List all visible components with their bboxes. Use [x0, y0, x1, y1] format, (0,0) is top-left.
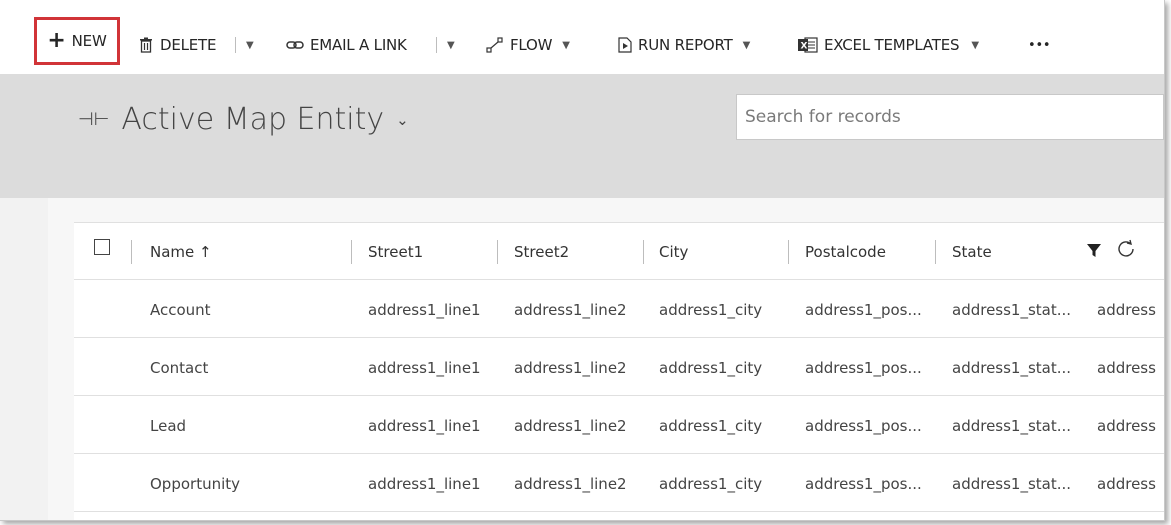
chevron-down-icon: ▼: [562, 39, 570, 51]
cell-street2: address1_line2: [514, 301, 627, 319]
trash-icon: [138, 37, 154, 53]
cell-extra: address: [1097, 301, 1156, 319]
divider: [351, 240, 352, 264]
records-grid: Name ↑ Street1 Street2 City Postalcode S…: [74, 222, 1164, 520]
excel-icon: X: [798, 37, 818, 53]
column-header-city[interactable]: City: [659, 243, 688, 261]
column-header-state[interactable]: State: [952, 243, 992, 261]
cell-city: address1_city: [659, 301, 763, 319]
more-button[interactable]: •••: [1028, 28, 1051, 62]
cell-state: address1_stat...: [952, 359, 1072, 377]
chevron-down-icon: ▼: [742, 39, 751, 51]
delete-dropdown[interactable]: ▼: [246, 28, 254, 62]
cell-postalcode: address1_pos...: [805, 301, 922, 319]
cell-postalcode: address1_pos...: [805, 417, 922, 435]
table-row[interactable]: Lead address1_line1 address1_line2 addre…: [74, 396, 1164, 454]
run-report-label: RUN REPORT: [638, 36, 733, 54]
chevron-down-icon: ▼: [246, 39, 254, 51]
cell-street2: address1_line2: [514, 475, 627, 493]
cell-city: address1_city: [659, 417, 763, 435]
plus-icon: +: [47, 28, 66, 53]
new-button[interactable]: + NEW: [34, 17, 120, 65]
divider: [436, 37, 437, 53]
cell-street1: address1_line1: [368, 417, 481, 435]
divider: [788, 240, 789, 264]
chevron-down-icon: ▼: [447, 39, 455, 51]
cell-state: address1_stat...: [952, 417, 1072, 435]
cell-state: address1_stat...: [952, 301, 1072, 319]
email-dropdown[interactable]: ▼: [447, 28, 455, 62]
report-icon: [618, 37, 632, 53]
excel-templates-label: EXCEL TEMPLATES: [824, 36, 960, 54]
column-header-street2[interactable]: Street2: [514, 243, 569, 261]
cell-name: Account: [150, 301, 211, 319]
excel-templates-button[interactable]: X EXCEL TEMPLATES ▼: [798, 28, 979, 62]
app-window: + NEW DELETE ▼ EMAIL A LINK ▼ FLOW ▼ RUN…: [0, 0, 1165, 521]
column-header-street1[interactable]: Street1: [368, 243, 423, 261]
delete-button[interactable]: DELETE: [138, 28, 217, 62]
cell-street1: address1_line1: [368, 359, 481, 377]
table-row[interactable]: Account address1_line1 address1_line2 ad…: [74, 280, 1164, 338]
flow-icon: [486, 37, 504, 53]
cell-extra: address: [1097, 417, 1156, 435]
divider: [131, 240, 132, 264]
table-row[interactable]: Contact address1_line1 address1_line2 ad…: [74, 338, 1164, 396]
chevron-down-icon: ⌄: [396, 110, 409, 129]
new-label: NEW: [71, 32, 107, 50]
left-gutter: [0, 198, 48, 520]
more-icon: •••: [1028, 37, 1051, 53]
view-selector[interactable]: ⊣⊢ Active Map Entity ⌄: [78, 102, 409, 137]
cell-extra: address: [1097, 475, 1156, 493]
email-link-label: EMAIL A LINK: [310, 36, 407, 54]
cell-name: Contact: [150, 359, 209, 377]
divider: [935, 240, 936, 264]
flow-label: FLOW: [510, 36, 553, 54]
cell-state: address1_stat...: [952, 475, 1072, 493]
chevron-down-icon: ▼: [971, 39, 979, 51]
cell-street2: address1_line2: [514, 417, 627, 435]
cell-city: address1_city: [659, 359, 763, 377]
divider: [497, 240, 498, 264]
delete-label: DELETE: [160, 36, 217, 54]
select-all-checkbox[interactable]: [94, 239, 110, 255]
view-header: ⊣⊢ Active Map Entity ⌄ Search for record…: [0, 74, 1164, 198]
cell-city: address1_city: [659, 475, 763, 493]
search-input[interactable]: Search for records: [736, 94, 1164, 140]
pin-icon: ⊣⊢: [78, 109, 110, 130]
link-icon: [286, 39, 304, 51]
cell-street1: address1_line1: [368, 475, 481, 493]
search-placeholder: Search for records: [745, 107, 901, 127]
cell-name: Lead: [150, 417, 187, 435]
page-title: Active Map Entity: [121, 102, 385, 137]
cell-postalcode: address1_pos...: [805, 475, 922, 493]
cell-postalcode: address1_pos...: [805, 359, 922, 377]
cell-name: Opportunity: [150, 475, 241, 493]
run-report-button[interactable]: RUN REPORT ▼: [618, 28, 750, 62]
cell-street1: address1_line1: [368, 301, 481, 319]
command-bar: + NEW DELETE ▼ EMAIL A LINK ▼ FLOW ▼ RUN…: [0, 0, 1164, 74]
svg-text:X: X: [801, 42, 808, 52]
table-row[interactable]: Opportunity address1_line1 address1_line…: [74, 454, 1164, 512]
grid-header: Name ↑ Street1 Street2 City Postalcode S…: [74, 222, 1164, 280]
column-header-name[interactable]: Name ↑: [150, 243, 212, 261]
cell-street2: address1_line2: [514, 359, 627, 377]
cell-extra: address: [1097, 359, 1156, 377]
flow-button[interactable]: FLOW ▼: [486, 28, 570, 62]
email-link-button[interactable]: EMAIL A LINK: [286, 28, 407, 62]
divider: [643, 240, 644, 264]
refresh-icon[interactable]: [1116, 239, 1136, 263]
column-header-postalcode[interactable]: Postalcode: [805, 243, 886, 261]
filter-icon[interactable]: [1086, 241, 1102, 263]
divider: [235, 37, 236, 53]
